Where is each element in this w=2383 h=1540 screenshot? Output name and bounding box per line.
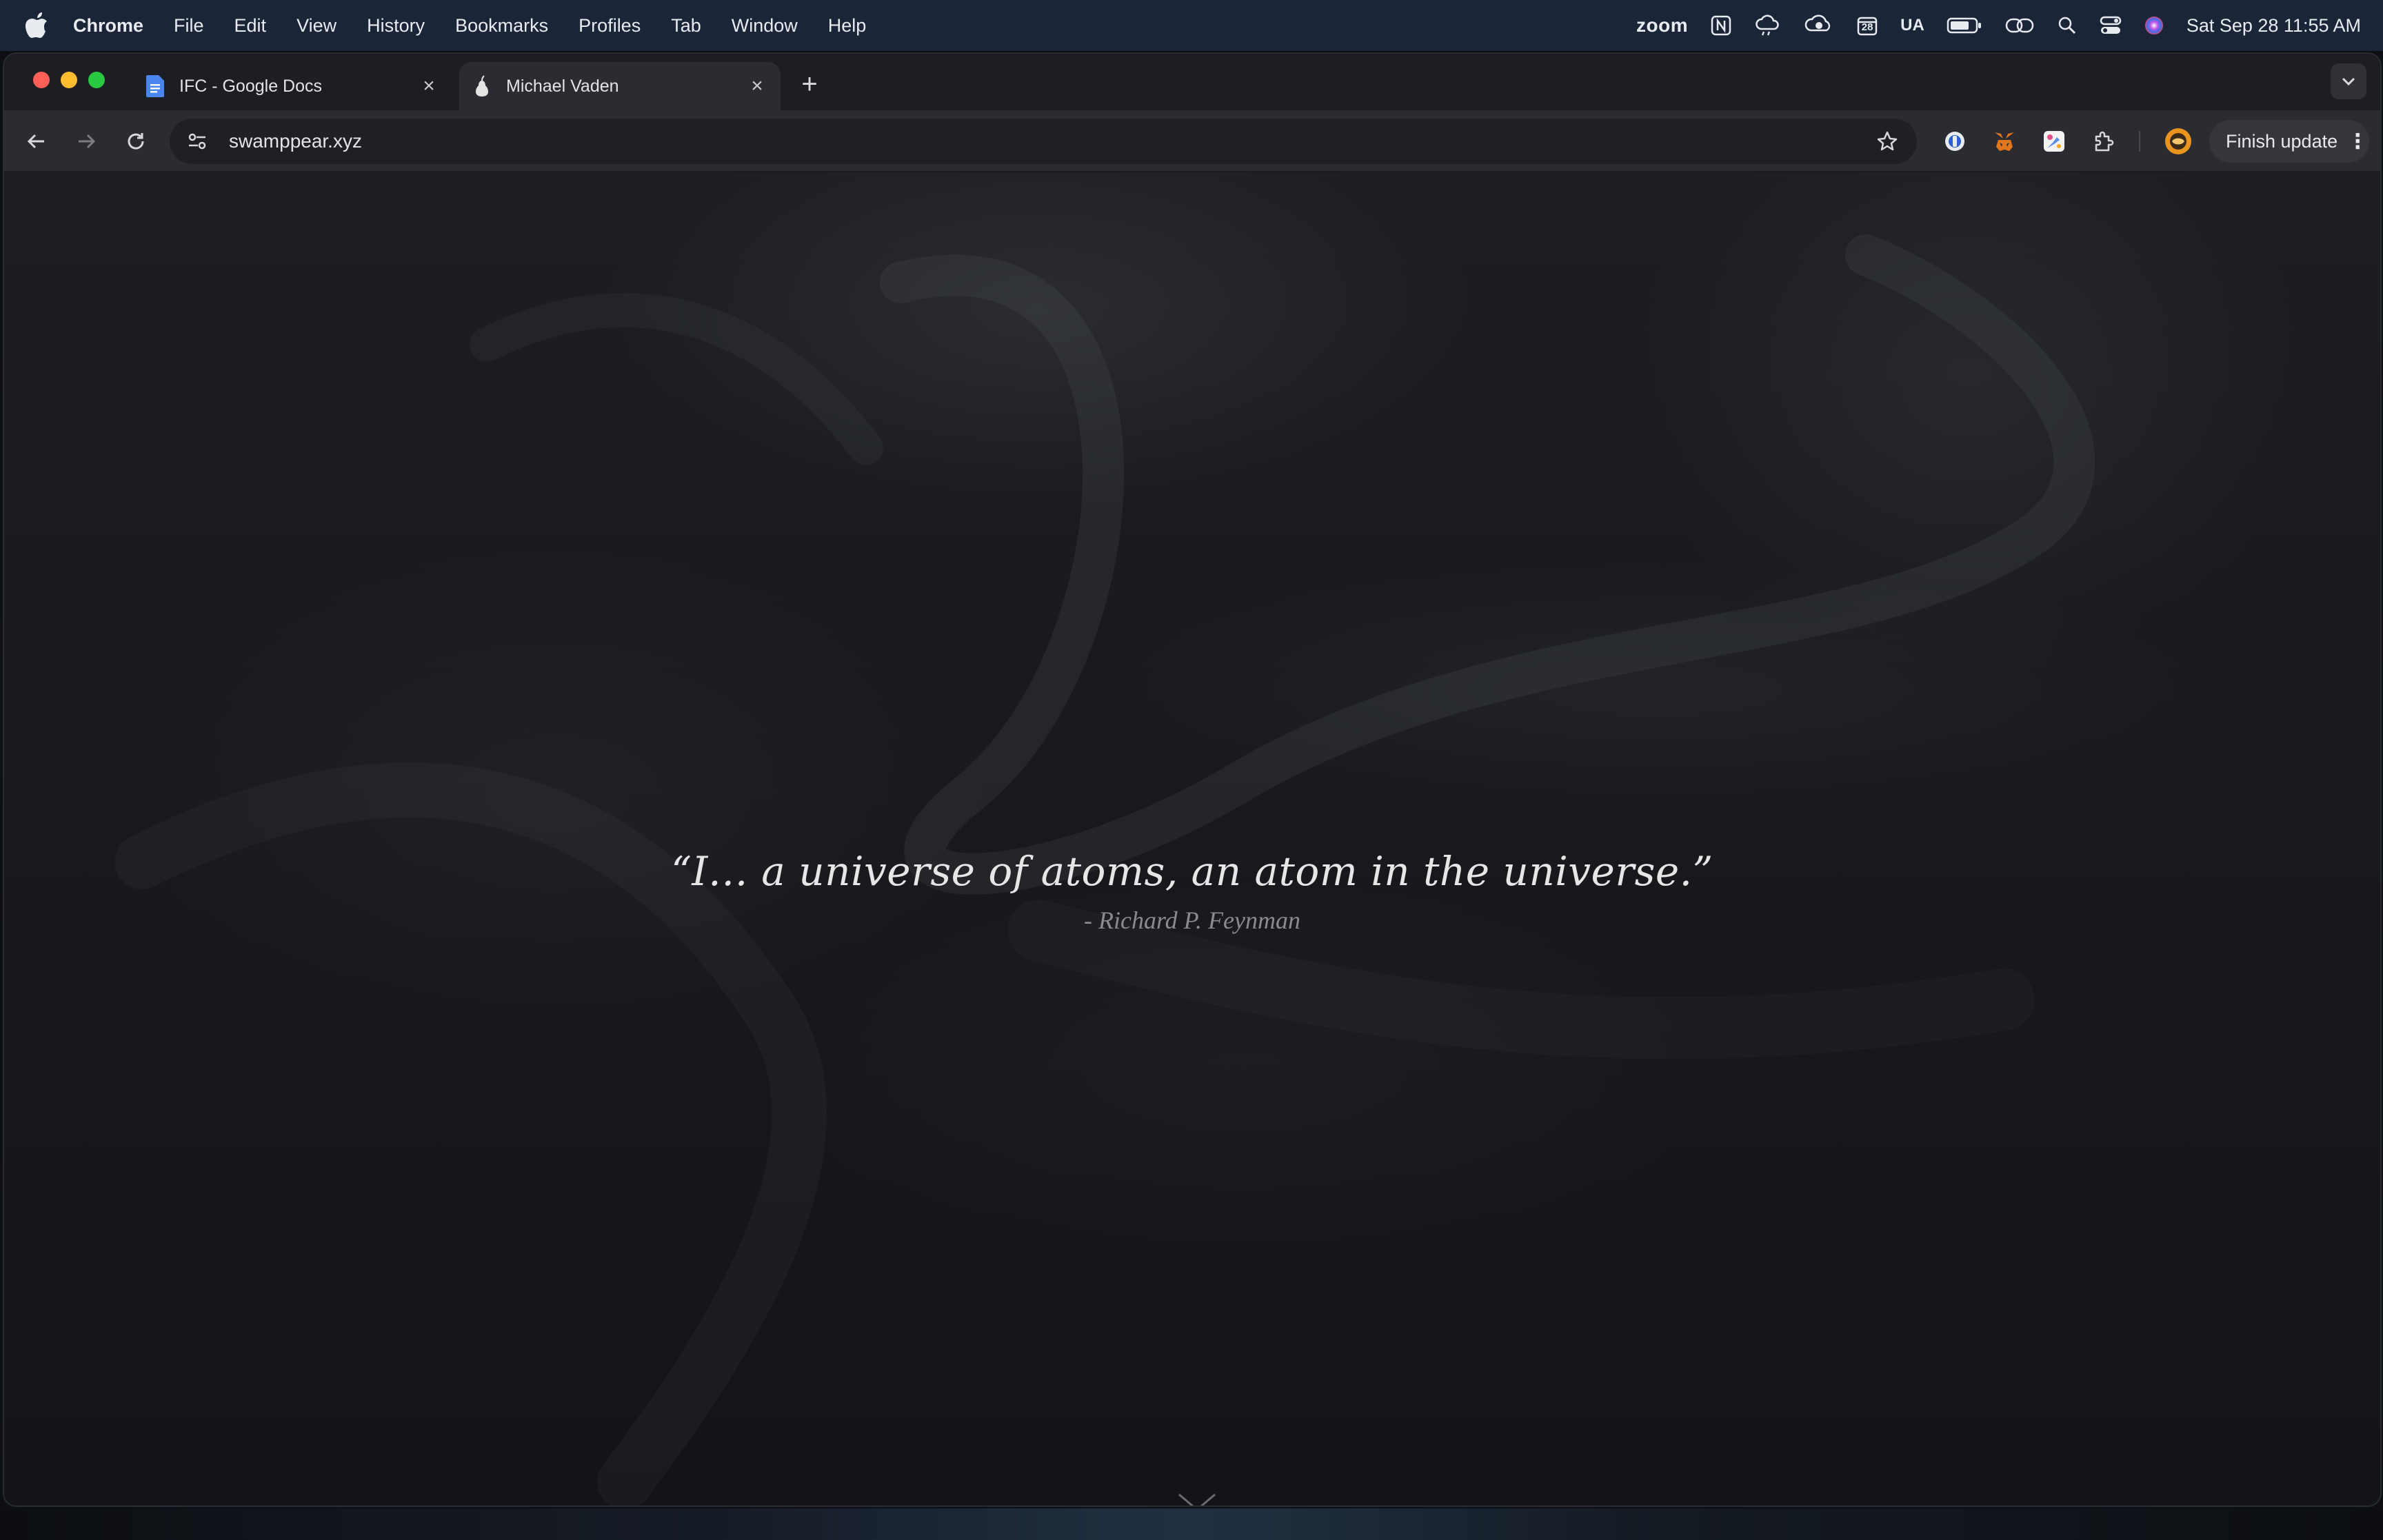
menu-bookmarks[interactable]: Bookmarks: [455, 15, 548, 37]
close-window-button[interactable]: [33, 72, 50, 88]
menu-help[interactable]: Help: [828, 15, 867, 37]
back-button[interactable]: [21, 125, 52, 157]
menu-tab[interactable]: Tab: [671, 15, 701, 37]
siri-icon[interactable]: [2144, 15, 2164, 36]
forward-button[interactable]: [70, 125, 102, 157]
zoom-window-button[interactable]: [88, 72, 105, 88]
tab-title: Michael Vaden: [506, 76, 619, 96]
menu-view[interactable]: View: [296, 15, 336, 37]
quote-attribution: - Richard P. Feynman: [1084, 906, 1300, 934]
spotlight-search-icon[interactable]: [2057, 15, 2078, 36]
minimize-window-button[interactable]: [61, 72, 77, 88]
url-text[interactable]: swamppear.xyz: [229, 130, 1871, 152]
tab-michael-vaden[interactable]: Michael Vaden ×: [459, 62, 781, 110]
menu-edit[interactable]: Edit: [234, 15, 267, 37]
quote-block: “I… a universe of atoms, an atom in the …: [4, 848, 2380, 935]
macos-menu-bar: Chrome File Edit View History Bookmarks …: [0, 0, 2383, 51]
zoom-status-item[interactable]: zoom: [1636, 14, 1688, 37]
reload-button[interactable]: [120, 125, 152, 157]
input-source-indicator[interactable]: UA: [1900, 16, 1924, 35]
apple-logo-icon[interactable]: [25, 12, 48, 39]
smoke-background-decoration: [114, 234, 2095, 1506]
scroll-down-chevron-icon[interactable]: [1176, 1489, 1218, 1507]
menubar-clock[interactable]: Sat Sep 28 11:55 AM: [2186, 15, 2361, 37]
more-vertical-icon[interactable]: ⋮: [2347, 130, 2368, 154]
pear-icon: [472, 75, 492, 97]
new-tab-button[interactable]: +: [796, 70, 823, 99]
address-bar[interactable]: swamppear.xyz: [170, 119, 1917, 164]
menu-app-name[interactable]: Chrome: [73, 15, 143, 37]
web-page-viewport: “I… a universe of atoms, an atom in the …: [4, 172, 2380, 1507]
arrow-right-icon: [79, 134, 96, 149]
window-controls: [33, 72, 105, 88]
site-settings-icon[interactable]: [183, 128, 211, 155]
menu-profiles[interactable]: Profiles: [579, 15, 641, 37]
quote-text: “I… a universe of atoms, an atom in the …: [671, 848, 1713, 895]
browser-window: IFC - Google Docs × Michael Vaden × + sw…: [3, 52, 2382, 1507]
browser-toolbar: swamppear.xyz Finish update ⋮: [4, 110, 2380, 172]
tab-strip: IFC - Google Docs × Michael Vaden × +: [4, 54, 2380, 110]
battery-icon[interactable]: [1947, 17, 1982, 34]
chevron-down-icon: [2342, 77, 2355, 86]
close-tab-icon[interactable]: ×: [415, 72, 443, 100]
tab-google-docs[interactable]: IFC - Google Docs ×: [132, 62, 452, 110]
calendar-icon[interactable]: 28: [1856, 14, 1878, 37]
color-picker-extension-icon[interactable]: [2038, 125, 2070, 157]
menu-file[interactable]: File: [174, 15, 204, 37]
calendar-day-label: 28: [1861, 21, 1873, 33]
desktop-wallpaper-strip: [0, 1508, 2383, 1540]
menu-history[interactable]: History: [367, 15, 425, 37]
arrow-left-icon: [27, 134, 44, 149]
link-icon[interactable]: [2004, 15, 2035, 36]
profile-avatar[interactable]: [2162, 125, 2194, 157]
reload-icon: [128, 133, 144, 150]
notion-icon[interactable]: [1710, 14, 1732, 37]
menu-window[interactable]: Window: [732, 15, 798, 37]
vpn-cloud-icon[interactable]: [1804, 14, 1834, 37]
password-manager-extension-icon[interactable]: [1939, 125, 1971, 157]
cloud-rain-icon[interactable]: [1754, 14, 1782, 37]
status-area: zoom 28 UA Sat Sep 28 11:55 AM: [1636, 0, 2361, 51]
google-docs-icon: [145, 75, 165, 97]
tab-title: IFC - Google Docs: [179, 76, 323, 96]
control-center-icon[interactable]: [2100, 15, 2122, 36]
extensions-puzzle-icon[interactable]: [2088, 125, 2120, 157]
toolbar-divider: [2139, 131, 2140, 152]
tab-search-button[interactable]: [2331, 63, 2366, 99]
finish-update-button[interactable]: Finish update ⋮: [2209, 120, 2369, 163]
close-tab-icon[interactable]: ×: [743, 72, 771, 100]
finish-update-label: Finish update: [2226, 130, 2338, 152]
metamask-fox-icon[interactable]: [1989, 125, 2020, 157]
bookmark-star-icon[interactable]: [1871, 125, 1903, 157]
